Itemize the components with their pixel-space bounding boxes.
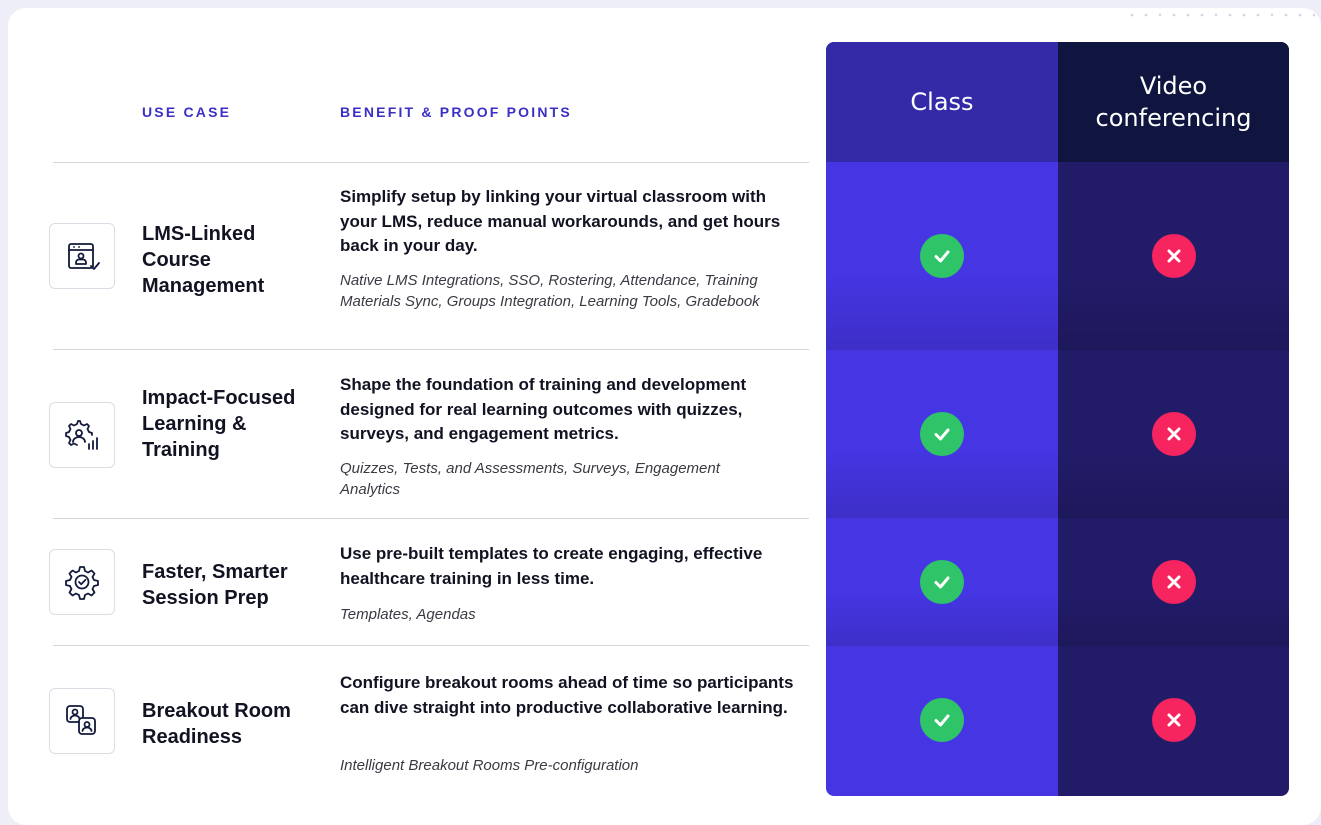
use-case-title: Faster, Smarter Session Prep — [142, 561, 288, 609]
breakout-users-icon — [49, 688, 115, 754]
benefit-text: Simplify setup by linking your virtual c… — [340, 187, 781, 255]
comparison-columns: Class Video conferencing — [826, 42, 1289, 796]
row-band — [826, 518, 1289, 646]
class-check-icon — [920, 698, 964, 742]
video-cross-icon — [1152, 412, 1196, 456]
proof-points: Intelligent Breakout Rooms Pre-configura… — [340, 757, 639, 774]
proof-points: Native LMS Integrations, SSO, Rostering,… — [340, 272, 760, 310]
use-case-header: USE CASE — [142, 104, 232, 120]
proof-points: Templates, Agendas — [340, 606, 476, 623]
row-band — [826, 350, 1289, 518]
class-check-icon — [920, 234, 964, 278]
benefit-text: Use pre-built templates to create engagi… — [340, 544, 763, 588]
class-check-icon — [920, 560, 964, 604]
video-cross-icon — [1152, 698, 1196, 742]
proof-points: Quizzes, Tests, and Assessments, Surveys… — [340, 460, 720, 498]
row-divider — [53, 162, 809, 163]
use-case-title: Breakout Room Readiness — [142, 700, 291, 748]
class-column-header: Class — [826, 42, 1058, 162]
video-cross-icon — [1152, 560, 1196, 604]
video-column-header: Video conferencing — [1058, 42, 1289, 162]
row-band — [826, 162, 1289, 350]
video-column-label: Video conferencing — [1095, 72, 1252, 132]
class-check-icon — [920, 412, 964, 456]
benefit-header: BENEFIT & PROOF POINTS — [340, 104, 572, 120]
benefit-text: Configure breakout rooms ahead of time s… — [340, 673, 794, 717]
use-case-title: LMS-Linked Course Management — [142, 223, 265, 297]
decorative-dots — [1125, 11, 1315, 19]
row-divider — [53, 349, 809, 350]
benefit-text: Shape the foundation of training and dev… — [340, 375, 747, 443]
gear-check-icon — [49, 549, 115, 615]
row-divider — [53, 645, 809, 646]
row-divider — [53, 518, 809, 519]
calendar-user-check-icon — [49, 223, 115, 289]
use-case-title: Impact-Focused Learning & Training — [142, 387, 296, 461]
video-cross-icon — [1152, 234, 1196, 278]
gear-user-chart-icon — [49, 402, 115, 468]
